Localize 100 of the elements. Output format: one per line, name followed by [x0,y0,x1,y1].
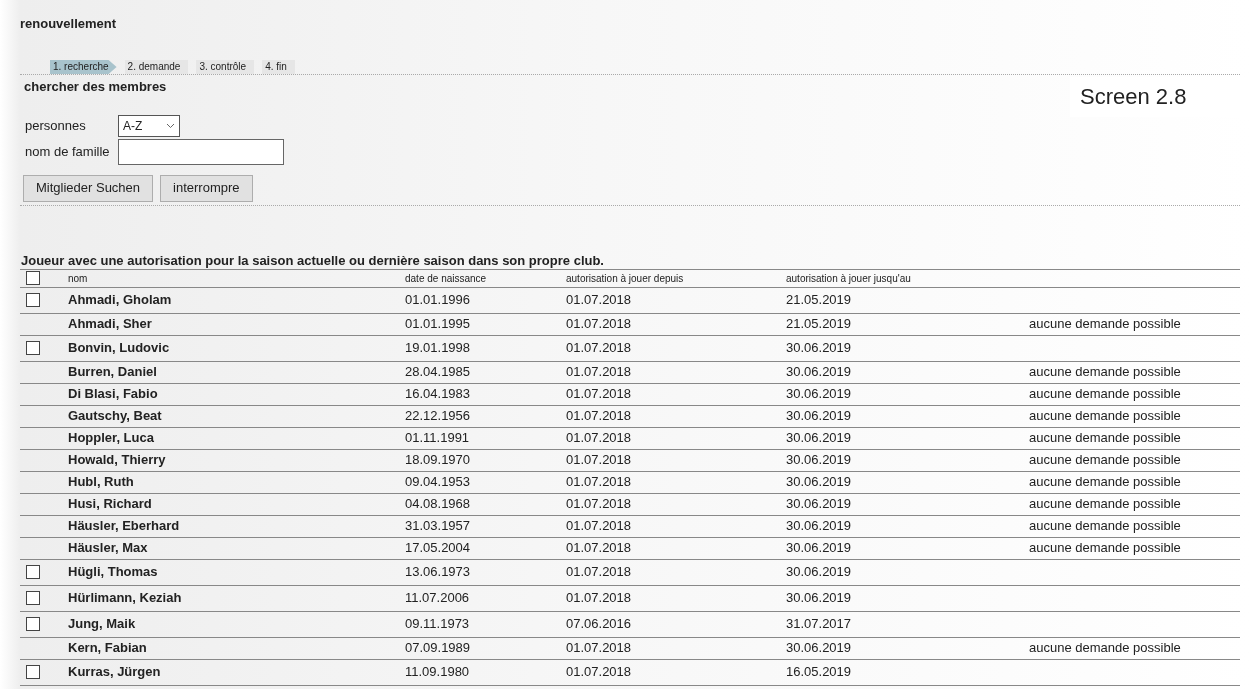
column-header: autorisation à jouer depuis [566,271,685,286]
field-label: personnes [25,116,87,135]
table-cell-text: 30.06.2019 [786,339,853,358]
table-cell-text: Bonvin, Ludovic [68,339,171,358]
checkbox[interactable] [26,617,40,631]
table-cell-text: 13.06.1973 [405,563,472,582]
table-cell-text: 01.07.2018 [566,639,633,658]
table-cell-text: 31.03.1957 [405,517,472,536]
column-header: date de naissance [405,271,488,286]
field-label: nom de famille [25,142,111,161]
checkbox[interactable] [26,271,40,285]
action-button[interactable]: Mitglieder Suchen [23,174,154,202]
section-heading: chercher des membres [24,78,167,96]
table-cell-text: 19.01.1998 [405,339,472,358]
table-cell-text: 17.05.2004 [405,539,472,558]
table-cell-text: 01.07.2018 [566,517,633,536]
step-tab[interactable]: 1. recherche [50,60,117,74]
table-cell-text: 09.04.1953 [405,473,472,492]
table-cell-text: Häusler, Eberhard [68,517,181,536]
table-cell-text: aucune demande possible [1029,495,1182,514]
table-cell-text: Kern, Fabian [68,639,148,658]
table-cell-text: 11.07.2006 [405,589,471,608]
step-tab[interactable]: 2. demande [124,60,189,74]
table-cell-text: 01.07.2018 [566,407,633,426]
table-cell-text: 11.09.1980 [405,663,471,682]
action-button[interactable]: interrompre [160,174,253,202]
table-cell-text: 30.06.2019 [786,563,853,582]
table-cell-text: 28.04.1985 [405,363,472,382]
checkbox[interactable] [26,341,40,355]
table-cell-text: 01.11.1991 [405,429,471,448]
table-cell-text: 30.06.2019 [786,539,853,558]
step-tab[interactable]: 4. fin [262,60,295,74]
checkbox[interactable] [26,665,40,679]
table-cell-text: 01.07.2018 [566,339,633,358]
table-cell-text: Kurras, Jürgen [68,663,162,682]
table-cell-text: 30.06.2019 [786,517,853,536]
checkbox[interactable] [26,591,40,605]
table-cell-text: 01.07.2018 [566,473,633,492]
table-cell-text: 01.01.1995 [405,315,472,334]
table-cell-text: Burren, Daniel [68,363,158,382]
table-cell-text: 30.06.2019 [786,589,853,608]
table-cell-text: aucune demande possible [1029,539,1182,558]
table-cell-text: aucune demande possible [1029,473,1182,492]
table-cell-text: 01.07.2018 [566,315,633,334]
table-cell-text: 30.06.2019 [786,385,853,404]
chevron-down-icon [166,122,175,129]
table-cell-text: 07.09.1989 [405,639,472,658]
table-cell-text: Di Blasi, Fabio [68,385,159,404]
table-cell-text: 09.11.1973 [405,615,471,634]
checkbox[interactable] [26,293,40,307]
table-cell-text: 31.07.2017 [786,615,853,634]
family-name-field[interactable] [118,138,284,165]
page-title: renouvellement [20,15,118,33]
table-cell-text: 30.06.2019 [786,495,853,514]
column-header: autorisation à jouer jusqu'au [786,271,912,286]
table-cell-text: Ahmadi, Gholam [68,291,173,310]
table-cell-text: Hubl, Ruth [68,473,135,492]
table-cell-text: 21.05.2019 [786,315,853,334]
table-cell-text: 04.08.1968 [405,495,472,514]
table-cell-text: 01.07.2018 [566,451,633,470]
table-cell-text: aucune demande possible [1029,517,1182,536]
table-cell-text: 01.07.2018 [566,563,633,582]
table-cell-text: Hürlimann, Keziah [68,589,183,608]
table-cell-text: aucune demande possible [1029,451,1182,470]
table-cell-text: 30.06.2019 [786,473,853,492]
table-cell-text: 30.06.2019 [786,451,853,470]
table-cell-text: Häusler, Max [68,539,149,558]
table-caption: Joueur avec une autorisation pour la saison actuelle ou dernière saison dans son propre club. [20,252,605,269]
table-cell-text: 01.01.1996 [405,291,472,310]
table-cell-text: 01.07.2018 [566,539,633,558]
table-cell-text: aucune demande possible [1029,385,1182,404]
table-cell-text: aucune demande possible [1029,363,1182,382]
table-cell-text: 22.12.1956 [405,407,472,426]
table-cell-text: 30.06.2019 [786,429,853,448]
table-cell-text: 01.07.2018 [566,363,633,382]
table-cell-text: 01.07.2018 [566,385,633,404]
table-cell-text: 16.05.2019 [786,663,853,682]
table-cell-text: 30.06.2019 [786,407,853,426]
table-cell-text: Hoppler, Luca [68,429,155,448]
table-cell-text: Hügli, Thomas [68,563,159,582]
table-cell-text: 01.07.2018 [566,663,633,682]
step-tab[interactable]: 3. contrôle [196,60,255,74]
table-cell-text: 30.06.2019 [786,639,853,658]
table-cell-text: 01.07.2018 [566,495,633,514]
table-cell-text: 01.07.2018 [566,291,633,310]
table-cell-text: 01.07.2018 [566,429,633,448]
table-cell-text: 30.06.2019 [786,363,853,382]
table-cell-text: aucune demande possible [1029,315,1182,334]
table-cell-text: 21.05.2019 [786,291,853,310]
persons-select[interactable]: A-Z [118,114,180,137]
table-cell-text: aucune demande possible [1029,639,1182,658]
table-cell-text: Husi, Richard [68,495,153,514]
table-cell-text: 18.09.1970 [405,451,472,470]
checkbox[interactable] [26,565,40,579]
table-cell-text: 16.04.1983 [405,385,472,404]
table-cell-text: 07.06.2016 [566,615,633,634]
table-cell-text: aucune demande possible [1029,407,1182,426]
table-cell-text: Howald, Thierry [68,451,167,470]
table-cell-text: Gautschy, Beat [68,407,163,426]
column-header: nom [68,271,89,286]
